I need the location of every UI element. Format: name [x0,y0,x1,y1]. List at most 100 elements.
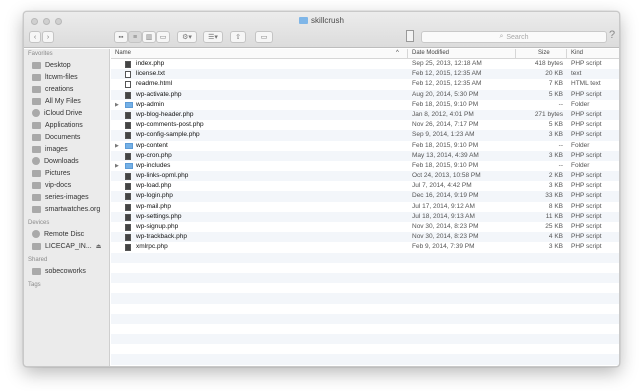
file-row[interactable]: index.php Sep 25, 2013, 12:18 AM 418 bytes… [111,59,619,69]
share-button[interactable]: ⇧ [230,31,246,43]
disclosure-triangle-icon[interactable]: ▶ [115,161,119,171]
file-row[interactable]: xmlrpc.php Feb 9, 2014, 7:39 PM 3 KB PHP sc… [111,242,619,252]
sidebar-item-label: iCloud Drive [44,109,83,117]
file-kind: Folder [571,141,590,149]
file-kind: Folder [571,100,590,108]
file-row[interactable]: wp-trackback.php Nov 30, 2014, 8:23 PM 4 K… [111,232,619,243]
column-header-date[interactable]: Date Modified [412,50,449,56]
document-icon[interactable] [406,30,414,42]
sidebar-item[interactable]: smartwatches.org [24,203,109,215]
list-view-button[interactable]: ≡ [128,31,142,43]
file-row[interactable]: wp-links-opml.php Oct 24, 2013, 10:58 PM 2… [111,171,619,182]
file-date: Aug 20, 2014, 5:30 PM [412,90,479,98]
file-date: Sep 9, 2014, 1:23 AM [412,131,475,139]
file-row[interactable]: wp-signup.php Nov 30, 2014, 8:23 PM 25 KB P… [111,222,619,232]
file-kind: PHP script [571,212,602,220]
file-size: -- [558,161,563,169]
file-size: 418 bytes [534,60,563,67]
sidebar-item[interactable]: iCloud Drive [24,107,109,119]
file-icon [125,91,131,99]
arrange-icon: ☰▾ [208,34,218,41]
desktop-icon [32,61,41,69]
file-row[interactable]: ▶ wp-includes Feb 18, 2015, 9:10 PM -- Folde… [111,161,619,171]
file-date: Feb 9, 2014, 7:39 PM [412,243,475,251]
file-kind: PHP script [571,131,602,139]
back-button[interactable]: ‹ [29,31,41,43]
search-field[interactable]: ⌕ Search [421,31,607,43]
file-icon [125,183,131,191]
file-kind: PHP script [571,110,602,118]
disclosure-triangle-icon[interactable]: ▶ [115,100,119,110]
file-row[interactable]: wp-login.php Dec 16, 2014, 9:19 PM 33 KB PH… [111,191,619,202]
computer-icon [32,267,41,275]
file-row[interactable]: ▶ wp-admin Feb 18, 2015, 9:10 PM -- Folder [111,100,619,110]
file-name: wp-trackback.php [136,233,187,241]
column-view-button[interactable]: ▥ [142,31,156,43]
file-row[interactable]: ▶ wp-content Feb 18, 2015, 9:10 PM -- Folder [111,141,619,151]
arrange-button[interactable]: ☰▾ [203,31,223,43]
action-button[interactable]: ⚙▾ [177,31,197,43]
file-size: 5 KB [548,121,563,129]
file-name: wp-blog-header.php [136,110,194,118]
sidebar-item-label: Desktop [45,61,71,69]
file-row[interactable]: wp-cron.php May 13, 2014, 4:39 AM 3 KB PHP … [111,150,619,161]
empty-row [111,272,619,284]
file-icon [125,224,131,231]
sidebar-item[interactable]: Desktop [24,59,109,71]
file-row[interactable]: readme.html Feb 12, 2015, 12:35 AM 7 KB HTM… [111,79,619,89]
forward-button[interactable]: › [42,31,54,43]
file-row[interactable]: license.txt Feb 12, 2015, 12:35 AM 20 KB te… [111,69,619,80]
applications-icon [32,121,41,129]
file-date: Feb 18, 2015, 9:10 PM [412,161,479,169]
column-header-size[interactable]: Size [538,50,550,56]
file-size: 8 KB [548,202,563,210]
sidebar-item[interactable]: vip-docs [24,179,109,191]
file-row[interactable]: wp-comments-post.php Nov 26, 2014, 7:17 P… [111,120,619,130]
file-row[interactable]: wp-config-sample.php Sep 9, 2014, 1:23 AM… [111,130,619,141]
file-row[interactable]: wp-mail.php Jul 17, 2014, 9:12 AM 8 KB PHP … [111,202,619,212]
sidebar-item[interactable]: All My Files [24,95,109,107]
cover-flow-button[interactable]: ▭ [156,31,170,43]
file-name: wp-comments-post.php [136,121,204,129]
cover-flow-icon: ▭ [159,34,167,41]
icon-view-button[interactable]: ▪▪ [114,31,128,43]
empty-row [111,354,619,365]
sidebar-section-header: Favorites [28,51,53,57]
sidebar-item[interactable]: Applications [24,119,109,131]
column-divider[interactable] [566,49,567,59]
file-kind: Folder [571,161,590,169]
sidebar-item-label: Applications [45,121,83,129]
file-row[interactable]: wp-activate.php Aug 20, 2014, 5:30 PM 5 KB… [111,89,619,100]
column-divider[interactable] [407,49,408,59]
sidebar-item[interactable]: ltcwm-files [24,71,109,83]
file-row[interactable]: wp-blog-header.php Jan 8, 2012, 4:01 PM 27… [111,109,619,121]
file-size: 3 KB [548,151,563,159]
column-divider[interactable] [515,49,516,59]
help-icon[interactable]: ? [609,29,615,41]
file-name: xmlrpc.php [136,243,168,251]
sidebar-section-header: Tags [28,282,41,288]
tags-button[interactable]: ▭ [255,31,273,43]
file-icon [125,213,131,221]
sidebar-item[interactable]: Remote Disc [24,228,109,240]
file-size: 33 KB [545,192,563,200]
disclosure-triangle-icon[interactable]: ▶ [115,141,119,151]
column-header-name[interactable]: Name [115,50,131,56]
file-name: wp-links-opml.php [136,172,189,180]
sidebar-item[interactable]: images [24,143,109,155]
folder-icon [32,193,41,201]
grid-icon: ▪▪ [118,33,124,41]
sidebar-item[interactable]: Downloads [24,155,109,167]
sidebar-item[interactable]: Documents [24,131,109,143]
sidebar-item[interactable]: Pictures [24,167,109,179]
file-date: Nov 30, 2014, 8:23 PM [412,223,479,230]
file-row[interactable]: wp-load.php Jul 7, 2014, 4:42 PM 3 KB PHP s… [111,181,619,191]
eject-icon[interactable]: ⏏ [96,243,102,250]
sidebar-item[interactable]: series-images [24,191,109,203]
file-row[interactable]: wp-settings.php Jul 18, 2014, 9:13 AM 11 K… [111,211,619,222]
sidebar-item-label: ltcwm-files [45,73,78,81]
sidebar-item[interactable]: creations [24,83,109,95]
sidebar-item[interactable]: LICECAP_IN... ⏏ [24,240,109,252]
sidebar-item[interactable]: sobecoworks [24,265,109,277]
column-header-kind[interactable]: Kind [571,50,583,56]
